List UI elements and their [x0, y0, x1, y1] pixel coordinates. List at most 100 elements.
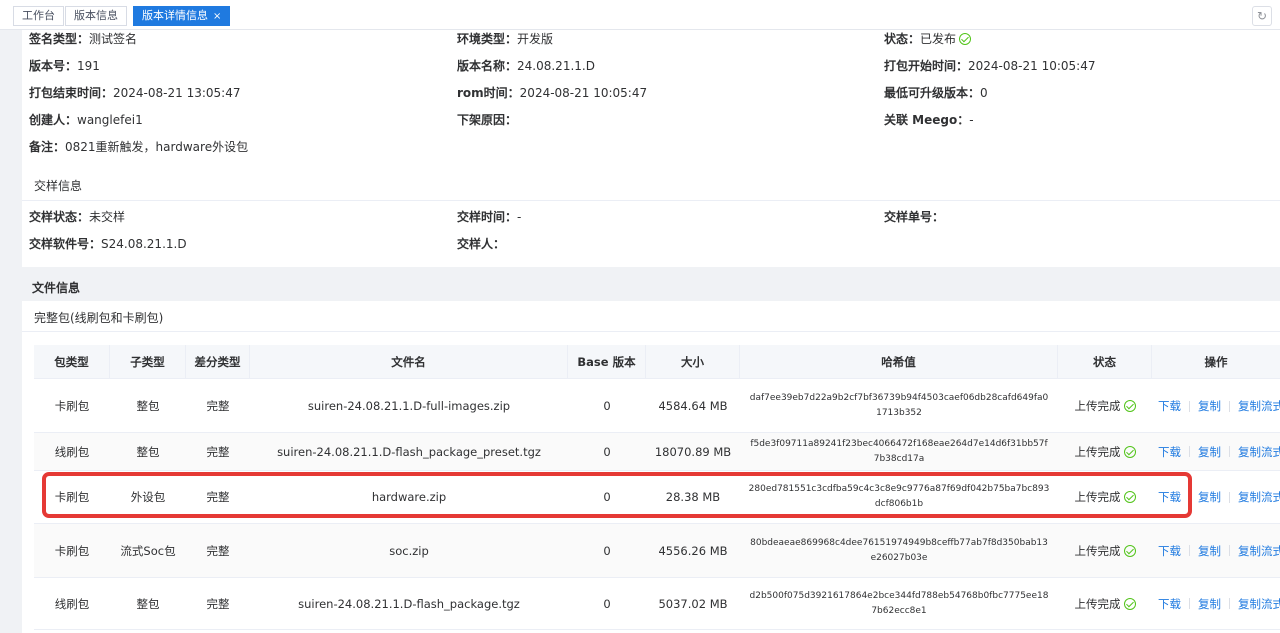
section-subtitle-full-package: 完整包(线刷包和卡刷包): [34, 311, 164, 325]
field-sign-type: 签名类型：测试签名: [29, 32, 138, 46]
col-sub-type: 子类型: [110, 345, 186, 379]
copy-stream-link[interactable]: 复制流式: [1238, 444, 1280, 460]
separator: [1189, 598, 1190, 609]
table-row: 卡刷包 流式Soc包 完整 soc.zip 0 4556.26 MB 80bdeaeae86…: [34, 524, 1280, 578]
col-hash: 哈希值: [740, 345, 1058, 379]
field-sample-person: 交样人：: [457, 237, 506, 251]
cell-status: 上传完成: [1058, 433, 1152, 470]
field-meego: 关联 Meego：-: [884, 113, 974, 127]
cell-diff: 完整: [206, 399, 230, 413]
row-actions: 下载 复制 复制流式: [1158, 433, 1280, 470]
separator: [1189, 545, 1190, 556]
separator: [1189, 446, 1190, 457]
field-pack-end: 打包结束时间：2024-08-21 13:05:47: [29, 86, 241, 100]
separator: [1189, 400, 1190, 412]
tab-bar: 工作台 版本信息 版本详情信息 × ↻: [0, 0, 1280, 30]
cell-base: 0: [603, 543, 611, 558]
check-circle-icon: [1123, 597, 1136, 610]
copy-stream-link[interactable]: 复制流式: [1238, 543, 1280, 559]
download-link[interactable]: 下载: [1158, 543, 1181, 559]
col-pkg-type: 包类型: [34, 345, 110, 379]
cell-file: suiren-24.08.21.1.D-flash_package.tgz: [298, 596, 520, 611]
copy-link[interactable]: 复制: [1198, 596, 1221, 612]
status-text: 上传完成: [1074, 444, 1121, 459]
separator: [1229, 598, 1230, 609]
status-text: 上传完成: [1074, 543, 1121, 558]
cell-base: 0: [603, 596, 611, 611]
tab-version-info[interactable]: 版本信息: [65, 6, 127, 26]
download-link[interactable]: 下载: [1158, 444, 1181, 460]
copy-stream-link[interactable]: 复制流式: [1238, 398, 1280, 414]
cell-hash: f5de3f09711a89241f23bec4066472f168eae264…: [750, 438, 1048, 464]
separator: [1229, 491, 1230, 503]
cell-hash: d2b500f075d3921617864e2bce344fd788eb5476…: [749, 590, 1049, 616]
table-row: 线刷包 整包 完整 suiren-24.08.21.1.D-flash_package…: [34, 433, 1280, 471]
file-section-header: [22, 267, 1280, 301]
cell-status: 上传完成: [1058, 578, 1152, 629]
cell-base: 0: [603, 399, 611, 413]
separator: [1229, 545, 1230, 556]
cell-pkg: 卡刷包: [54, 399, 90, 413]
col-diff-type: 差分类型: [186, 345, 250, 379]
row-actions: 下载 复制 复制流式: [1158, 524, 1280, 577]
separator: [1229, 400, 1230, 412]
separator: [1229, 446, 1230, 457]
status-text: 上传完成: [1074, 596, 1121, 611]
field-status: 状态：已发布: [884, 30, 972, 47]
table-row: 卡刷包 整包 完整 suiren-24.08.21.1.D-full-images.z…: [34, 380, 1280, 433]
download-link[interactable]: 下载: [1158, 398, 1181, 414]
field-sample-time: 交样时间：-: [457, 210, 522, 224]
cell-diff: 完整: [206, 444, 230, 459]
tab-workbench[interactable]: 工作台: [13, 6, 64, 26]
field-rom-time: rom时间：2024-08-21 10:05:47: [457, 86, 648, 100]
download-link[interactable]: 下载: [1158, 596, 1181, 612]
copy-stream-link[interactable]: 复制流式: [1238, 596, 1280, 612]
cell-file: suiren-24.08.21.1.D-full-images.zip: [307, 399, 511, 413]
copy-link[interactable]: 复制: [1198, 444, 1221, 460]
close-icon[interactable]: ×: [213, 11, 221, 22]
cell-hash: 80bdeaeae869968c4dee76151974949b8ceffb77…: [750, 537, 1048, 563]
cell-pkg: 线刷包: [54, 444, 90, 459]
cell-status: 上传完成: [1058, 380, 1152, 432]
table-header: 包类型 子类型 差分类型 文件名 Base 版本 大小 哈希值 状态 操作: [34, 345, 1280, 379]
cell-size: 4556.26 MB: [658, 543, 728, 558]
cell-hash: daf7ee39eb7d22a9b2cf7bf36739b94f4503caef…: [749, 393, 1049, 418]
copy-link[interactable]: 复制: [1198, 398, 1221, 414]
status-text: 上传完成: [1074, 399, 1121, 413]
cell-size: 18070.89 MB: [654, 444, 732, 459]
field-sample-software: 交样软件号：S24.08.21.1.D: [29, 237, 187, 251]
field-version-no: 版本号：191: [29, 59, 100, 73]
col-status: 状态: [1058, 345, 1152, 379]
copy-link[interactable]: 复制: [1198, 489, 1221, 505]
tab-version-detail[interactable]: 版本详情信息 ×: [133, 6, 231, 26]
cell-sub: 整包: [136, 596, 160, 611]
copy-link[interactable]: 复制: [1198, 543, 1221, 559]
check-circle-icon: [1123, 445, 1136, 458]
cell-status: 上传完成: [1058, 524, 1152, 577]
check-circle-icon: [1123, 400, 1136, 412]
cell-base: 0: [603, 444, 611, 459]
cell-diff: 完整: [206, 596, 230, 611]
field-remark: 备注：0821重新触发，hardware外设包: [29, 140, 249, 154]
row-actions: 下载 复制 复制流式: [1158, 578, 1280, 629]
cell-sub: 整包: [136, 399, 160, 413]
table-row: 线刷包 整包 完整 suiren-24.08.21.1.D-flash_package…: [34, 578, 1280, 630]
cell-sub: 整包: [136, 444, 160, 459]
col-size: 大小: [646, 345, 740, 379]
field-min-upgrade: 最低可升级版本：0: [884, 86, 988, 100]
field-creator: 创建人：wanglefei1: [29, 113, 143, 127]
cell-size: 4584.64 MB: [658, 399, 728, 413]
cell-sub: 流式Soc包: [120, 543, 176, 558]
copy-stream-link[interactable]: 复制流式: [1238, 489, 1280, 505]
refresh-icon[interactable]: ↻: [1252, 6, 1272, 26]
section-title-sample: 交样信息: [34, 179, 83, 193]
check-circle-icon: [1123, 544, 1136, 557]
field-env-type: 环境类型：开发版: [457, 32, 554, 46]
col-file-name: 文件名: [250, 345, 568, 379]
row-actions: 下载 复制 复制流式: [1158, 380, 1280, 432]
cell-diff: 完整: [206, 543, 230, 558]
check-circle-icon: [959, 33, 972, 45]
cell-size: 5037.02 MB: [658, 596, 728, 611]
highlight-box: [42, 472, 1192, 518]
cell-pkg: 线刷包: [54, 596, 90, 611]
